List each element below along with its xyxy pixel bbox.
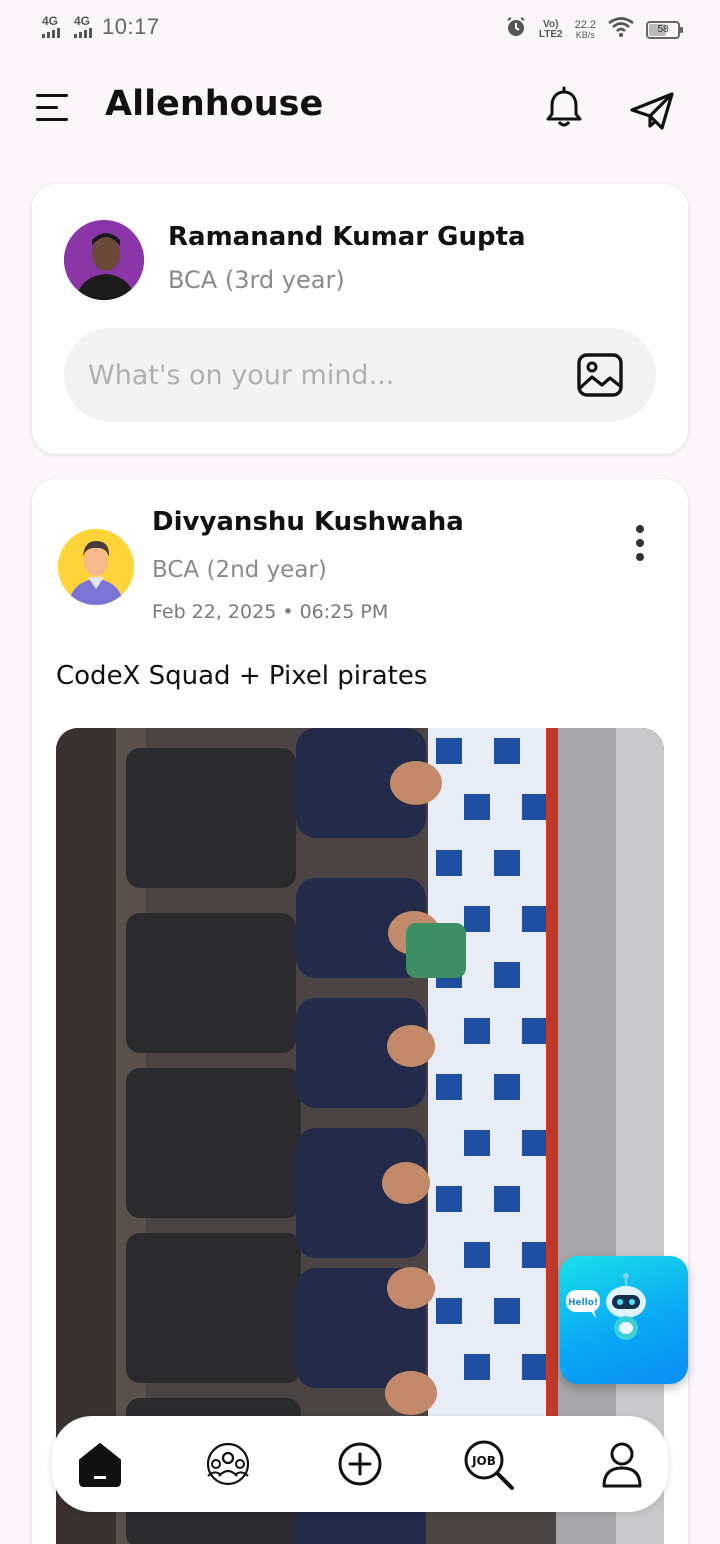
- app-header: Allenhouse: [0, 70, 720, 146]
- more-vertical-icon[interactable]: [628, 523, 652, 563]
- menu-icon[interactable]: [36, 94, 68, 122]
- robot-icon: [606, 1273, 646, 1340]
- bell-icon[interactable]: [542, 86, 586, 130]
- user-course: BCA (3rd year): [168, 266, 345, 294]
- chatbot-button[interactable]: Hello!: [560, 1256, 688, 1384]
- app-title: Allenhouse: [105, 84, 324, 124]
- signal-icon: 4G: [42, 14, 60, 38]
- post-caption: CodeX Squad + Pixel pirates: [56, 661, 428, 691]
- wifi-icon: [608, 17, 634, 42]
- job-search-icon[interactable]: JOB: [462, 1438, 514, 1490]
- post-card: Divyanshu Kushwaha BCA (2nd year) Feb 22…: [32, 479, 688, 1544]
- status-bar: 4G 4G 10:17 Vo) LTE2 22.2 KB/s 58: [0, 0, 720, 56]
- alarm-icon: [505, 16, 527, 43]
- add-circle-icon[interactable]: [334, 1438, 386, 1490]
- image-icon[interactable]: [576, 352, 624, 398]
- avatar[interactable]: [64, 220, 144, 300]
- post-timestamp: Feb 22, 2025 • 06:25 PM: [152, 601, 389, 623]
- user-name: Ramanand Kumar Gupta: [168, 222, 526, 252]
- post-input[interactable]: [64, 328, 656, 422]
- send-icon[interactable]: [628, 88, 676, 132]
- signal-icon: 4G: [74, 14, 92, 38]
- network-label: 4G: [74, 14, 91, 28]
- bottom-navigation: JOB: [52, 1416, 668, 1512]
- author-name: Divyanshu Kushwaha: [152, 507, 464, 537]
- clock: 10:17: [102, 14, 160, 39]
- bubble-text: Hello!: [568, 1298, 598, 1308]
- home-icon[interactable]: [74, 1438, 126, 1490]
- composer-card: Ramanand Kumar Gupta BCA (3rd year): [32, 184, 688, 454]
- network-speed: 22.2 KB/s: [574, 18, 596, 40]
- community-icon[interactable]: [202, 1438, 254, 1490]
- profile-icon[interactable]: [596, 1438, 648, 1490]
- avatar[interactable]: [58, 529, 134, 605]
- volte-indicator: Vo) LTE2: [538, 18, 563, 40]
- network-label: 4G: [42, 14, 59, 28]
- battery-icon: 58: [646, 20, 683, 39]
- job-icon-label: JOB: [471, 1454, 496, 1468]
- author-course: BCA (2nd year): [152, 557, 327, 583]
